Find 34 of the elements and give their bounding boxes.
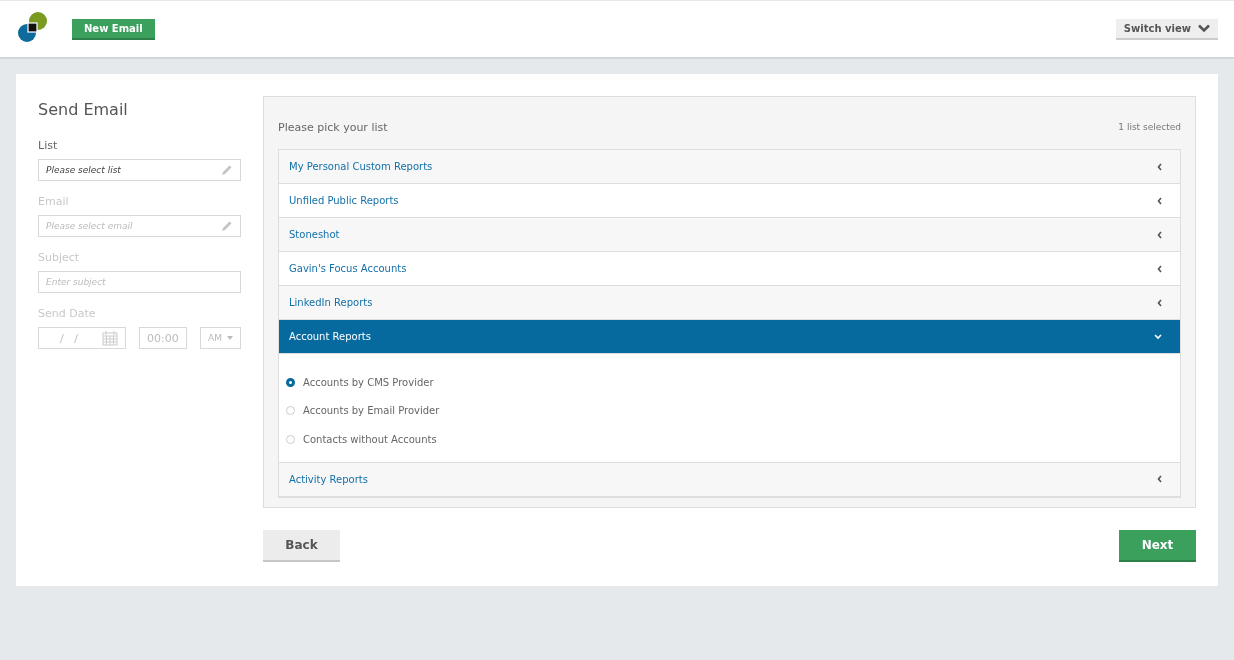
pencil-icon <box>220 163 233 177</box>
back-button[interactable]: Back <box>263 530 340 562</box>
pencil-icon <box>220 219 233 233</box>
list-group-header[interactable]: My Personal Custom Reports <box>279 150 1180 184</box>
chevron-left-icon <box>1157 475 1162 483</box>
input-field: Please select email <box>38 215 241 237</box>
calendar-icon <box>102 330 118 346</box>
date-field: / / <box>38 327 126 349</box>
chevron-left-icon <box>1157 298 1162 307</box>
logo-icon <box>17 12 49 44</box>
list-group-header[interactable]: Account Reports <box>279 320 1180 354</box>
chevron-left-icon <box>1157 264 1162 273</box>
selection-count: 1 list selected <box>1118 122 1181 132</box>
chevron-down-icon <box>1154 333 1162 340</box>
new-email-button[interactable]: New Email <box>72 18 155 40</box>
radio-button[interactable] <box>286 377 295 387</box>
option-label[interactable]: Accounts by Email Provider <box>303 405 440 417</box>
list-prompt: Please pick your list <box>278 120 388 134</box>
chevron-left-icon <box>1157 162 1162 171</box>
form-title: Send Email <box>38 100 129 119</box>
field-label: List <box>38 139 59 152</box>
chevron-down-icon <box>1198 23 1210 33</box>
chevron-left-icon <box>1157 230 1162 239</box>
list-group-header[interactable]: Stoneshot <box>279 218 1180 252</box>
list-group-header[interactable]: LinkedIn Reports <box>279 286 1180 320</box>
switch-view-button[interactable]: Switch view <box>1115 18 1218 40</box>
next-button[interactable]: Next <box>1119 530 1196 562</box>
chevron-left-icon <box>1157 196 1162 205</box>
input-field: Enter subject <box>38 271 241 293</box>
time-field: 00:00 <box>139 327 187 349</box>
input-field[interactable]: Please select list <box>38 159 241 181</box>
option-label[interactable]: Accounts by CMS Provider <box>303 376 434 388</box>
option-label[interactable]: Contacts without Accounts <box>303 433 437 445</box>
list-group-header[interactable]: Activity Reports <box>279 462 1180 497</box>
